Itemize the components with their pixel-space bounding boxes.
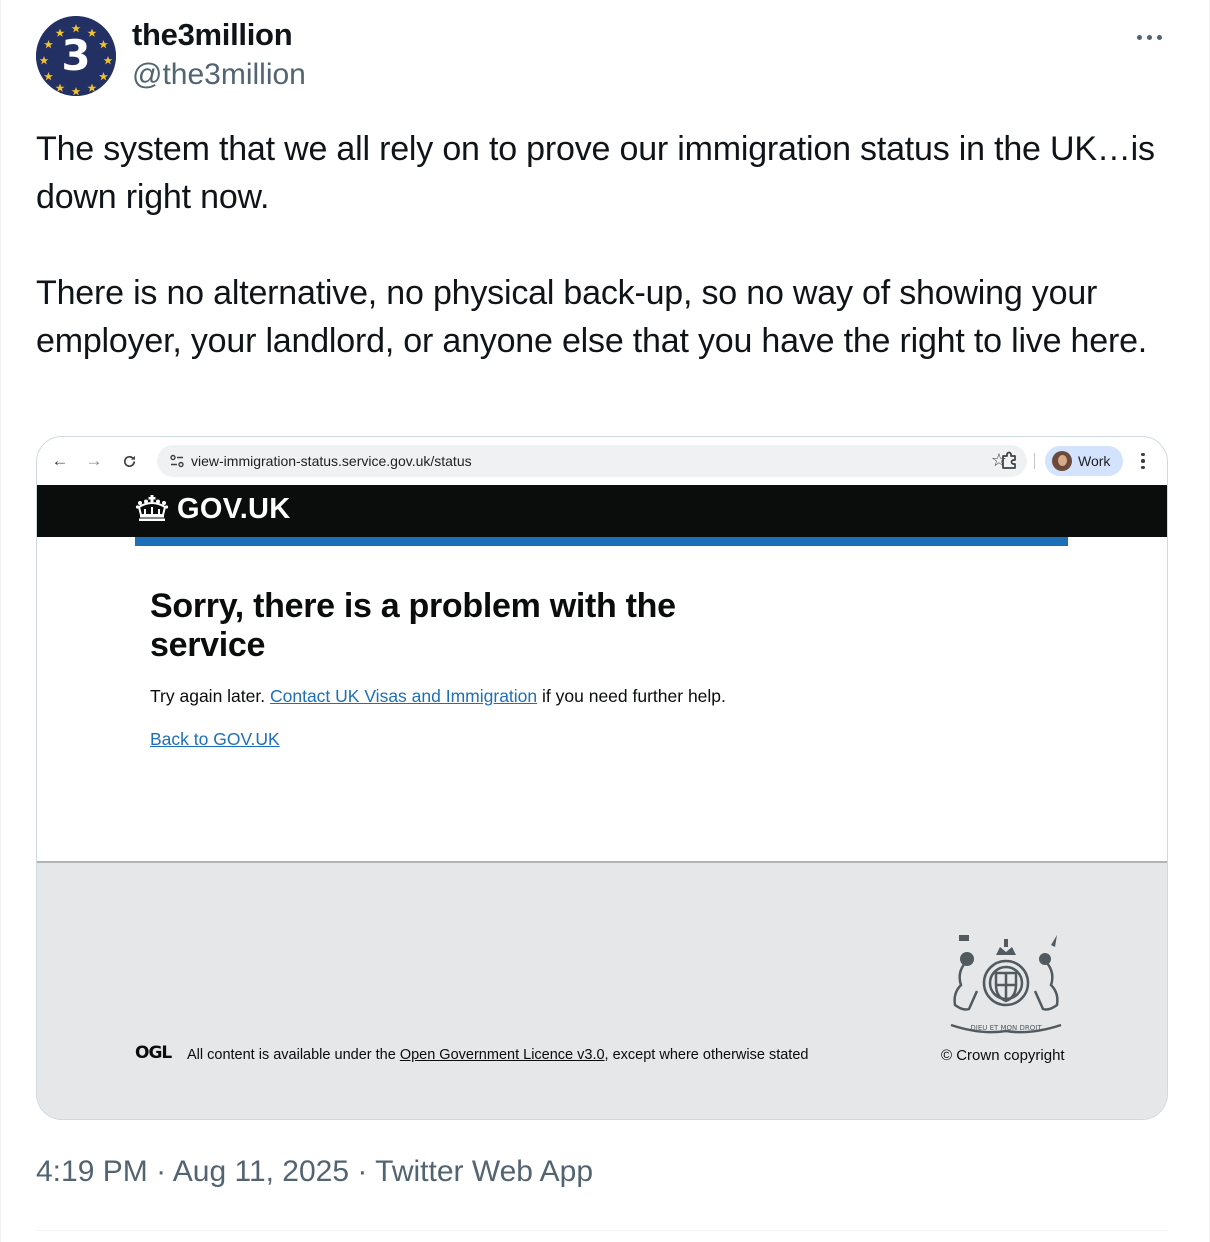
arms-motto: DIEU ET MON DROIT (970, 1024, 1042, 1032)
profile-avatar (1052, 451, 1072, 471)
meta-separator: · (156, 1155, 167, 1188)
licence-suffix: , except where otherwise stated (604, 1047, 809, 1063)
ogl-licence-link[interactable]: Open Government Licence v3.0 (400, 1047, 605, 1063)
ogl-label: OGL (135, 1043, 172, 1061)
crown-copyright-link[interactable]: © Crown copyright (941, 1047, 1065, 1064)
address-bar[interactable]: view-immigration-status.service.gov.uk/s… (157, 445, 1027, 477)
error-heading: Sorry, there is a problem with the servi… (150, 587, 676, 664)
tweet-container: 3 the3million @the3million The system th… (0, 0, 1210, 1242)
eu-stars-3-logo-icon: 3 (36, 16, 116, 96)
display-name[interactable]: the3million (132, 17, 293, 53)
divider (36, 1230, 1168, 1231)
contact-ukvi-link[interactable]: Contact UK Visas and Immigration (270, 686, 537, 706)
tweet-paragraph: There is no alternative, no physical bac… (36, 274, 1148, 360)
avatar-number: 3 (61, 31, 90, 80)
attached-screenshot[interactable]: ← → view-immigration-status.service.gov.… (36, 436, 1168, 1120)
profile-chip[interactable]: Work (1045, 446, 1123, 476)
tweet-text: The system that we all rely on to prove … (36, 125, 1176, 365)
tweet-date[interactable]: Aug 11, 2025 (173, 1155, 349, 1188)
royal-coat-of-arms-icon: DIEU ET MON DROIT (950, 935, 1062, 1034)
browser-menu-icon[interactable] (1137, 449, 1149, 473)
back-arrow-icon[interactable]: ← (50, 451, 70, 471)
crown-icon (135, 495, 169, 521)
url-text[interactable]: view-immigration-status.service.gov.uk/s… (191, 453, 472, 469)
profile-label: Work (1078, 453, 1111, 469)
browser-toolbar: ← → view-immigration-status.service.gov.… (37, 437, 1167, 485)
tweet-client[interactable]: Twitter Web App (375, 1155, 593, 1188)
more-options-icon[interactable] (1129, 22, 1169, 52)
govuk-footer: DIEU ET MON DROIT OGL All content is ava… (37, 861, 1167, 1119)
back-to-govuk-link[interactable]: Back to GOV.UK (150, 729, 280, 750)
header-accent-bar (135, 537, 1068, 546)
reload-icon[interactable] (119, 451, 139, 471)
extensions-puzzle-icon[interactable] (997, 449, 1021, 473)
govuk-header: GOV.UK (37, 485, 1167, 537)
account-handle[interactable]: @the3million (132, 58, 306, 92)
site-settings-icon[interactable] (169, 453, 185, 469)
licence-prefix: All content is available under the (187, 1047, 396, 1063)
tweet-paragraph: The system that we all rely on to prove … (36, 130, 1155, 216)
ogl-logo-icon: OGL (135, 1043, 173, 1061)
govuk-logo[interactable]: GOV.UK (177, 493, 291, 526)
tweet-metadata: 4:19 PM · Aug 11, 2025 · Twitter Web App (36, 1155, 593, 1189)
error-message-suffix: if you need further help. (542, 686, 726, 706)
meta-separator: · (357, 1155, 368, 1188)
tweet-time[interactable]: 4:19 PM (36, 1155, 148, 1188)
forward-arrow-icon[interactable]: → (84, 451, 104, 471)
licence-text: All content is available under the Open … (187, 1047, 808, 1063)
error-message: Try again later. Contact UK Visas and Im… (150, 686, 726, 707)
error-message-prefix: Try again later. (150, 686, 266, 706)
account-avatar[interactable]: 3 (36, 16, 116, 96)
toolbar-divider (1034, 453, 1035, 469)
